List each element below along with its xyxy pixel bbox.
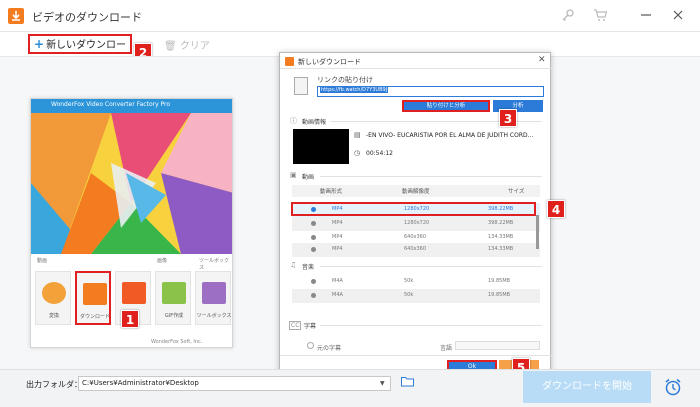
paste-link-label: リンクの貼り付け xyxy=(317,76,373,84)
step-badge-1: 1 xyxy=(121,310,139,328)
launcher-section-toolbox: ツールボックス xyxy=(199,258,230,271)
divider xyxy=(320,176,542,177)
scrollbar[interactable] xyxy=(536,215,539,249)
close-icon[interactable] xyxy=(670,8,686,24)
cell-bitrate: 50k xyxy=(404,278,414,284)
divider xyxy=(280,68,552,69)
launcher-tile-label: 変換 xyxy=(48,313,59,319)
launcher-tile-label: GIF作成 xyxy=(164,313,184,319)
video-info-label: 動画情報 xyxy=(302,119,327,126)
output-folder-label: 出力フォルダ： xyxy=(26,380,82,389)
image-icon xyxy=(162,282,186,304)
music-icon: ♫ xyxy=(290,261,297,269)
cell-size: 19.85MB xyxy=(488,278,511,284)
launcher-tile-download[interactable]: ダウンロード xyxy=(75,271,111,325)
trash-icon: 🗑 xyxy=(164,41,177,52)
dialog-download-icon xyxy=(285,57,294,66)
cell-format: MP4 xyxy=(332,234,343,240)
cell-format: M4A xyxy=(332,278,343,284)
cart-icon[interactable] xyxy=(592,8,608,24)
audio-row[interactable]: M4A 50k 19.85MB xyxy=(292,275,540,289)
dialog-title: 新しいダウンロード xyxy=(298,58,361,66)
film-icon xyxy=(42,282,66,304)
subtitle-radio[interactable] xyxy=(307,342,314,349)
launcher-tile-label: ダウンロード xyxy=(79,314,110,320)
original-subtitle-label: 元の字幕 xyxy=(317,345,342,352)
language-label: 言語 xyxy=(440,345,453,352)
folder-icon[interactable] xyxy=(401,376,414,387)
cell-resolution: 1280x720 xyxy=(404,220,430,226)
paste-and-analyze-button[interactable]: 貼り付けと分析 xyxy=(402,100,490,112)
info-icon: ⓘ xyxy=(290,117,297,125)
launcher-tile-toolbox[interactable]: ツールボックス xyxy=(195,271,231,325)
start-download-button[interactable]: ダウンロードを開始 xyxy=(523,371,651,403)
cell-resolution: 640x360 xyxy=(404,246,427,252)
video-thumbnail xyxy=(293,129,349,164)
launcher-footer: WonderFox Soft, Inc. xyxy=(151,339,203,345)
column-size: サイズ xyxy=(508,189,525,195)
key-icon[interactable] xyxy=(560,8,576,24)
video-row[interactable]: MP4 640x360 134.33MB xyxy=(292,243,540,257)
cell-size: 134.33MB xyxy=(488,234,514,240)
url-value: https://fb.watch/D7Y3UB9J xyxy=(320,87,389,93)
radio[interactable] xyxy=(311,235,316,240)
launcher-tile-label: ツールボックス xyxy=(196,313,232,319)
clear-label: クリア xyxy=(179,41,210,52)
new-download-button[interactable]: +新しいダウンロード xyxy=(28,34,132,67)
video-row[interactable]: MP4 1280x720 398.22MB xyxy=(292,217,540,231)
link-file-icon xyxy=(294,77,308,95)
video-duration: 00:54:12 xyxy=(366,150,393,157)
url-input[interactable]: https://fb.watch/D7Y3UB9J xyxy=(317,86,544,97)
divider xyxy=(320,325,542,326)
step-badge-4: 4 xyxy=(547,200,565,218)
audio-row[interactable]: M4A 50k 19.85MB xyxy=(292,289,540,303)
column-resolution: 動画解像度 xyxy=(402,189,430,195)
cell-format: MP4 xyxy=(332,246,343,252)
cell-format: MP4 xyxy=(332,220,343,226)
cell-size: 398.22MB xyxy=(488,220,514,226)
video-title: -EN VIVO- EUCARISTIA POR EL ALMA DE JUDI… xyxy=(366,132,534,139)
selected-row-highlight xyxy=(291,202,536,216)
plus-icon: + xyxy=(34,37,45,51)
launcher-banner-art xyxy=(31,113,232,254)
subtitle-section-label: 字幕 xyxy=(304,323,317,330)
output-path-input[interactable]: C:¥Users¥Administrator¥Desktop xyxy=(78,376,391,391)
video-section-label: 動画 xyxy=(302,174,315,181)
cell-size: 134.33MB xyxy=(488,246,514,252)
subtitle-icon: CC xyxy=(289,321,302,330)
language-select[interactable] xyxy=(455,341,540,350)
dialog-close-icon[interactable]: ✕ xyxy=(538,55,546,65)
download-icon xyxy=(83,283,107,305)
audio-section-label: 音楽 xyxy=(302,264,315,271)
radio[interactable] xyxy=(311,293,316,298)
radio[interactable] xyxy=(311,279,316,284)
document-icon: ▤ xyxy=(354,131,361,139)
launcher-title: WonderFox Video Converter Factory Pro xyxy=(51,101,171,108)
minimize-icon[interactable] xyxy=(638,8,654,24)
cell-bitrate: 50k xyxy=(404,292,414,298)
window-title: ビデオのダウンロード xyxy=(32,11,142,24)
screen-record-icon xyxy=(122,282,146,304)
cell-size: 19.85MB xyxy=(488,292,511,298)
clock-icon: ◷ xyxy=(354,149,361,157)
launcher-section-video: 動画 xyxy=(37,258,48,264)
cell-format: M4A xyxy=(332,292,343,298)
divider xyxy=(280,355,552,356)
launcher-tile-convert[interactable]: 変換 xyxy=(35,271,71,325)
clear-button[interactable]: 🗑 クリア xyxy=(164,37,210,52)
step-badge-3: 3 xyxy=(499,109,517,127)
cell-resolution: 640x360 xyxy=(404,234,427,240)
app-logo-icon xyxy=(8,8,24,24)
divider xyxy=(320,266,542,267)
chevron-down-icon[interactable]: ▼ xyxy=(380,380,385,387)
alarm-clock-icon[interactable] xyxy=(663,377,683,397)
column-format: 動画形式 xyxy=(320,189,343,195)
toolbox-icon xyxy=(202,282,226,304)
launcher-section-image: 画像 xyxy=(157,258,168,264)
video-section-icon: ▣ xyxy=(290,171,297,179)
radio[interactable] xyxy=(311,221,316,226)
radio[interactable] xyxy=(311,247,316,252)
launcher-tile-gif[interactable]: GIF作成 xyxy=(155,271,191,325)
